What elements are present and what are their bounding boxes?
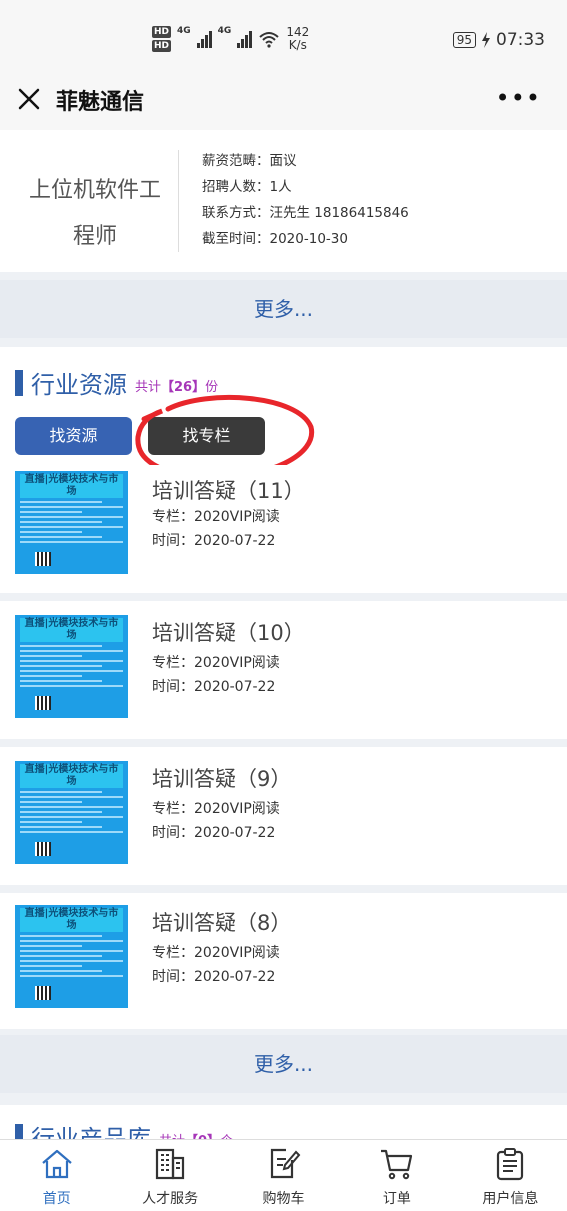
item-thumbnail: 直播|光模块技术与市场	[15, 471, 128, 574]
item-column: 专栏：2020VIP阅读	[152, 655, 280, 671]
qr-code-icon	[35, 552, 51, 566]
qr-code-icon	[35, 986, 51, 1000]
section-marker	[15, 369, 23, 396]
count-value: 【26】	[161, 380, 206, 395]
more-jobs-link[interactable]: 更多...	[0, 280, 567, 338]
item-title: 培训答疑（11）	[152, 479, 305, 503]
item-title: 培训答疑（10）	[152, 621, 305, 645]
list-item[interactable]: 直播|光模块技术与市场 培训答疑（8） 专栏：2020VIP阅读 时间：2020…	[0, 893, 567, 1029]
item-title: 培训答疑（8）	[152, 911, 292, 935]
wifi-icon	[259, 32, 279, 48]
hd-badge-2: HD	[152, 40, 172, 52]
tab-label: 首页	[42, 1191, 71, 1207]
job-card[interactable]: 上位机软件工程师 薪资范畴：面议 招聘人数：1人 联系方式：汪先生 181864…	[0, 130, 567, 272]
job-title: 上位机软件工程师	[28, 178, 161, 249]
close-icon[interactable]	[16, 86, 42, 112]
charging-icon	[482, 32, 490, 48]
divider	[0, 885, 567, 893]
hd-badge-1: HD	[152, 26, 172, 38]
speed-unit: K/s	[288, 38, 307, 52]
thumbnail-title: 直播|光模块技术与市场	[20, 474, 123, 498]
item-title: 培训答疑（9）	[152, 767, 292, 791]
section-title: 行业资源	[31, 371, 127, 399]
job-headcount: 招聘人数：1人	[202, 179, 292, 195]
thumbnail-title: 直播|光模块技术与市场	[20, 618, 123, 642]
job-salary: 薪资范畴：面议	[202, 153, 297, 169]
list-item[interactable]: 直播|光模块技术与市场 培训答疑（10） 专栏：2020VIP阅读 时间：202…	[0, 601, 567, 739]
list-item[interactable]: 直播|光模块技术与市场 培训答疑（11） 专栏：2020VIP阅读 时间：202…	[0, 465, 567, 593]
clipboard-icon	[497, 1148, 524, 1181]
tab-label: 用户信息	[482, 1191, 539, 1207]
cart-icon	[380, 1149, 413, 1180]
status-left: HD HD 4G 4G 142 K/s	[152, 26, 309, 52]
signal-icon	[196, 30, 212, 48]
network-type-1: 4G	[177, 26, 191, 36]
edit-icon	[270, 1148, 300, 1179]
more-menu-icon[interactable]: •••	[496, 84, 541, 112]
job-deadline: 截至时间：2020-10-30	[202, 231, 348, 247]
clock: 07:33	[496, 30, 545, 50]
item-thumbnail: 直播|光模块技术与市场	[15, 615, 128, 718]
status-right: 95 07:33	[452, 30, 545, 50]
building-icon	[156, 1148, 185, 1180]
item-meta: 专栏：2020VIP阅读 时间：2020-07-22	[152, 651, 280, 699]
more-resources-link[interactable]: 更多...	[0, 1035, 567, 1093]
item-thumbnail: 直播|光模块技术与市场	[15, 905, 128, 1008]
thumbnail-title: 直播|光模块技术与市场	[20, 764, 123, 788]
section-header: 行业资源 共计【26】份	[15, 365, 218, 400]
list-item[interactable]: 直播|光模块技术与市场 培训答疑（9） 专栏：2020VIP阅读 时间：2020…	[0, 747, 567, 885]
find-resource-button[interactable]: 找资源	[15, 417, 132, 455]
tab-label: 订单	[382, 1191, 411, 1207]
item-meta: 专栏：2020VIP阅读 时间：2020-07-22	[152, 797, 280, 845]
item-time: 时间：2020-07-22	[152, 969, 276, 985]
home-icon	[41, 1149, 72, 1179]
battery-icon: 95	[452, 32, 476, 48]
page-title: 菲魅通信	[56, 90, 145, 115]
network-speed: 142 K/s	[286, 26, 309, 52]
section-count: 共计【26】份	[135, 376, 218, 395]
find-column-button[interactable]: 找专栏	[148, 417, 265, 455]
item-meta: 专栏：2020VIP阅读 时间：2020-07-22	[152, 941, 280, 989]
job-info: 薪资范畴：面议 招聘人数：1人 联系方式：汪先生 18186415846 截至时…	[202, 148, 409, 252]
status-bar: HD HD 4G 4G 142 K/s 95 07:33	[0, 0, 567, 74]
signal-icon	[237, 30, 253, 48]
count-suffix: 份	[205, 380, 219, 395]
item-meta: 专栏：2020VIP阅读 时间：2020-07-22	[152, 505, 280, 553]
item-time: 时间：2020-07-22	[152, 533, 276, 549]
item-column: 专栏：2020VIP阅读	[152, 945, 280, 961]
nav-bar: 菲魅通信 •••	[0, 74, 567, 130]
bottom-tab-bar: 首页 人才服务 购物车 订单 用户信息	[0, 1139, 567, 1211]
tab-label: 人才服务	[142, 1191, 199, 1207]
tab-user-info[interactable]: 用户信息	[454, 1140, 567, 1211]
divider	[178, 150, 179, 252]
tab-cart[interactable]: 购物车	[227, 1140, 340, 1211]
network-type-2: 4G	[217, 26, 232, 36]
count-prefix: 共计	[135, 380, 162, 395]
tab-orders[interactable]: 订单	[340, 1140, 453, 1211]
item-thumbnail: 直播|光模块技术与市场	[15, 761, 128, 864]
tab-label: 购物车	[262, 1191, 305, 1207]
item-column: 专栏：2020VIP阅读	[152, 509, 280, 525]
divider	[0, 739, 567, 747]
divider	[0, 593, 567, 601]
item-column: 专栏：2020VIP阅读	[152, 801, 280, 817]
tab-home[interactable]: 首页	[0, 1140, 113, 1211]
thumbnail-title: 直播|光模块技术与市场	[20, 908, 123, 932]
item-time: 时间：2020-07-22	[152, 825, 276, 841]
hd-indicator: HD HD	[152, 26, 172, 52]
qr-code-icon	[35, 842, 51, 856]
job-contact: 联系方式：汪先生 18186415846	[202, 205, 409, 221]
qr-code-icon	[35, 696, 51, 710]
tab-talent-service[interactable]: 人才服务	[113, 1140, 226, 1211]
item-time: 时间：2020-07-22	[152, 679, 276, 695]
